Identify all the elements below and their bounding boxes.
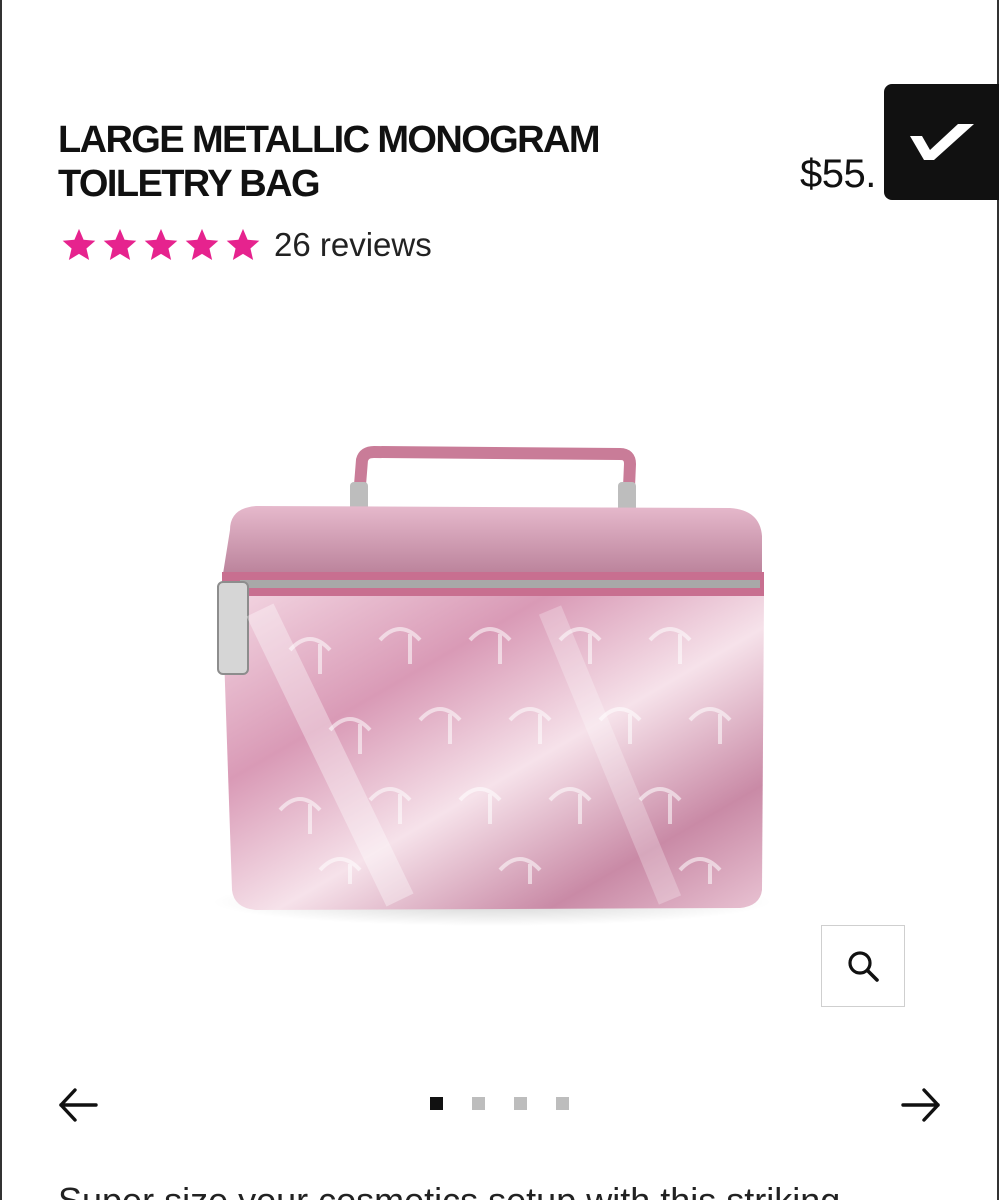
pagination-dot[interactable] [430,1097,443,1110]
star-rating [60,226,262,264]
search-icon [848,951,879,982]
product-title: LARGE METALLIC MONOGRAM TOILETRY BAG [58,118,698,206]
rating-row[interactable]: 26 reviews [60,226,432,264]
carousel-pagination [430,1097,569,1110]
product-title-line1: LARGE METALLIC MONOGRAM [58,119,600,161]
description-text: Super size your cosmetics setup with thi… [58,1182,958,1200]
checkmark-badge[interactable] [884,84,999,200]
pagination-dot[interactable] [472,1097,485,1110]
arrow-right-icon[interactable] [900,1085,942,1125]
star-icon [144,228,178,261]
star-icon [62,228,96,261]
star-icon [226,228,260,261]
pagination-dot[interactable] [514,1097,527,1110]
pagination-dot[interactable] [556,1097,569,1110]
star-icon [185,228,219,261]
product-description: Super size your cosmetics setup with thi… [58,1182,958,1200]
product-image [212,446,772,926]
reviews-link[interactable]: 26 reviews [274,226,432,264]
product-price: $55. [800,152,876,196]
arrow-left-icon[interactable] [57,1085,99,1125]
frame-border-left [0,0,2,1200]
zoom-button[interactable] [821,925,905,1007]
product-title-line2: TOILETRY BAG [58,163,321,205]
checkmark-icon [909,124,974,160]
star-icon [103,228,137,261]
